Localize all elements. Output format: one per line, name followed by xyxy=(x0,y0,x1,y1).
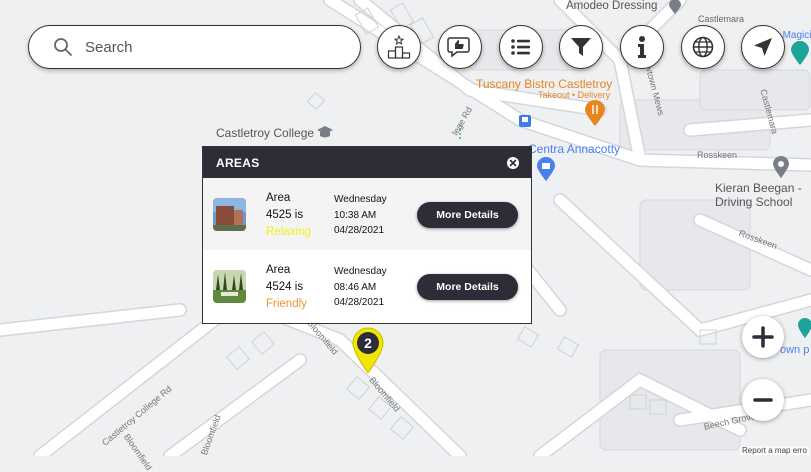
close-icon xyxy=(509,159,517,166)
map-label-castletroy-college: Castletroy College xyxy=(216,126,315,140)
search-icon xyxy=(54,38,72,56)
areas-panel: AREAS Area 4525 is Relaxing Wednesday 10… xyxy=(202,146,532,324)
restaurant-pin-icon xyxy=(585,100,605,131)
zoom-out-button[interactable] xyxy=(742,379,784,421)
shop-pin-icon xyxy=(537,157,555,186)
area-date: 04/28/2021 xyxy=(334,297,385,308)
navigation-arrow-icon xyxy=(754,38,772,56)
report-map-error-link[interactable]: Report a map erro xyxy=(740,446,809,455)
area-thumbnail-4524 xyxy=(213,270,246,303)
cluster-marker[interactable]: 2 xyxy=(351,327,385,374)
area-label: Area xyxy=(266,192,291,204)
minus-icon xyxy=(753,398,773,402)
podium-icon xyxy=(387,34,411,59)
poi-pin-green-icon xyxy=(791,41,809,70)
area-row-4524: Area 4524 is Friendly Wednesday 08:46 AM… xyxy=(203,250,531,322)
poi-pin-gray-icon-2 xyxy=(773,156,789,183)
area-time: 10:38 AM xyxy=(334,209,377,221)
thumbs-up-chat-icon xyxy=(447,37,470,58)
area-label: Area xyxy=(266,264,291,276)
building-photo-icon xyxy=(213,198,246,231)
area-row-4525: Area 4525 is Relaxing Wednesday 10:38 AM… xyxy=(203,178,531,250)
map-label-amodeo: Amodeo Dressing xyxy=(566,0,658,12)
area-timestamp-4525: Wednesday 10:38 AM 04/28/2021 xyxy=(334,192,387,239)
area-text-4524: Area 4524 is Friendly xyxy=(266,262,307,313)
zoom-in-button[interactable] xyxy=(742,316,784,358)
search-input[interactable] xyxy=(83,37,347,57)
feedback-button[interactable] xyxy=(438,25,482,69)
map-label-centra: Centra Annacotty xyxy=(528,142,621,156)
park-photo-icon xyxy=(213,270,246,303)
plus-icon xyxy=(752,326,774,348)
area-number: 4525 is xyxy=(266,209,304,221)
area-number: 4524 is xyxy=(266,281,304,293)
area-day: Wednesday xyxy=(334,266,387,277)
map-label-tuscany: Tuscany Bistro Castletroy xyxy=(476,77,613,91)
area-text-4525: Area 4525 is Relaxing xyxy=(266,190,311,241)
area-timestamp-4524: Wednesday 08:46 AM 04/28/2021 xyxy=(334,264,387,311)
more-details-button[interactable]: More Details xyxy=(417,274,518,300)
filter-button[interactable] xyxy=(559,25,603,69)
poi-pin-gray-icon xyxy=(669,0,681,19)
info-button[interactable] xyxy=(620,25,664,69)
map-label-kieran-1: Kieran Beegan - xyxy=(715,181,802,195)
map-label-kieran-2: Driving School xyxy=(715,195,793,209)
list-icon xyxy=(511,39,530,55)
globe-button[interactable] xyxy=(681,25,725,69)
area-time: 08:46 AM xyxy=(334,281,377,293)
filter-icon xyxy=(571,38,591,56)
my-location-button[interactable] xyxy=(741,25,785,69)
globe-icon xyxy=(692,36,714,58)
bus-stop-icon xyxy=(519,114,531,132)
cluster-count: 2 xyxy=(364,335,372,351)
areas-panel-title: AREAS xyxy=(216,155,260,170)
search-bar[interactable] xyxy=(28,25,361,69)
more-details-button[interactable]: More Details xyxy=(417,202,518,228)
leaderboard-button[interactable] xyxy=(377,25,421,69)
info-icon xyxy=(638,36,646,58)
map-label-castlemara-top: Castlemara xyxy=(698,14,745,24)
map-label-rosskeen-1: Rosskeen xyxy=(697,150,738,160)
map-label-own-p: own p xyxy=(780,344,810,356)
area-mood: Relaxing xyxy=(266,226,311,238)
area-day: Wednesday xyxy=(334,194,387,205)
area-mood: Friendly xyxy=(266,298,307,310)
area-date: 04/28/2021 xyxy=(334,225,385,236)
map-label-tuscany-sub: Takeout • Delivery xyxy=(538,90,611,100)
poi-pin-teal-icon xyxy=(798,318,811,343)
school-icon xyxy=(316,124,334,145)
close-button[interactable] xyxy=(507,156,519,169)
list-button[interactable] xyxy=(499,25,543,69)
area-thumbnail-4525 xyxy=(213,198,246,231)
areas-panel-header: AREAS xyxy=(203,147,531,178)
